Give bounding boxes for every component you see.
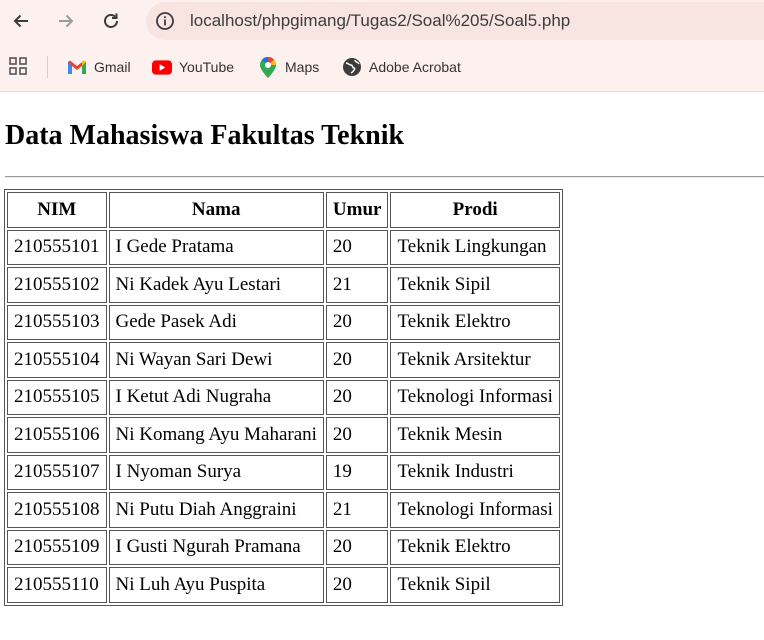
cell-nim: 210555104 xyxy=(7,342,107,378)
reload-button[interactable] xyxy=(96,6,126,36)
cell-prodi: Teknologi Informasi xyxy=(390,379,560,415)
cell-nama: Ni Komang Ayu Maharani xyxy=(108,417,324,453)
cell-nim: 210555101 xyxy=(7,229,107,265)
cell-umur: 19 xyxy=(325,454,389,490)
header-prodi: Prodi xyxy=(390,192,560,228)
chrome-divider xyxy=(0,91,764,92)
table-row: 210555107 I Nyoman Surya 19 Teknik Industri xyxy=(7,454,560,490)
cell-nama: Ni Luh Ayu Puspita xyxy=(108,567,324,603)
back-arrow-icon xyxy=(13,14,28,28)
cell-nim: 210555107 xyxy=(7,454,107,490)
bookmark-adobe-acrobat[interactable]: Adobe Acrobat xyxy=(342,56,461,78)
cell-umur: 20 xyxy=(325,529,389,565)
site-info-icon[interactable] xyxy=(155,11,175,31)
bookmark-youtube[interactable]: YouTube xyxy=(152,56,234,78)
apps-grid-icon[interactable] xyxy=(9,57,27,75)
student-table: NIM Nama Umur Prodi 210555101 I Gede Prat… xyxy=(4,189,563,606)
table-row: 210555108 Ni Putu Diah Anggraini 21 Teknolo… xyxy=(7,492,560,528)
cell-prodi: Teknik Lingkungan xyxy=(390,229,560,265)
table-row: 210555102 Ni Kadek Ayu Lestari 21 Teknik Si… xyxy=(7,267,560,303)
bookmark-label: Maps xyxy=(285,59,320,75)
table-row: 210555109 I Gusti Ngurah Pramana 20 Teknik … xyxy=(7,529,560,565)
cell-nim: 210555102 xyxy=(7,267,107,303)
bookmark-maps[interactable]: Maps xyxy=(258,56,319,78)
cell-umur: 20 xyxy=(325,342,389,378)
cell-prodi: Teknik Elektro xyxy=(390,304,560,340)
cell-nim: 210555103 xyxy=(7,304,107,340)
browser-chrome: localhost/phpgimang/Tugas2/Soal%205/Soal… xyxy=(0,0,764,92)
cell-umur: 20 xyxy=(325,229,389,265)
cell-nama: Ni Wayan Sari Dewi xyxy=(108,342,324,378)
globe-icon xyxy=(342,57,362,77)
cell-nama: Ni Kadek Ayu Lestari xyxy=(108,267,324,303)
cell-nim: 210555110 xyxy=(7,567,107,603)
cell-umur: 20 xyxy=(325,417,389,453)
cell-prodi: Teknik Arsitektur xyxy=(390,342,560,378)
cell-nim: 210555109 xyxy=(7,529,107,565)
youtube-icon xyxy=(152,57,172,77)
cell-nama: I Gusti Ngurah Pramana xyxy=(108,529,324,565)
header-nama: Nama xyxy=(108,192,324,228)
bookmark-label: Gmail xyxy=(94,59,131,75)
bookmark-label: YouTube xyxy=(179,59,235,75)
table-row: 210555101 I Gede Pratama 20 Teknik Lingkung… xyxy=(7,229,560,265)
cell-prodi: Teknik Elektro xyxy=(390,529,560,565)
cell-nama: I Ketut Adi Nugraha xyxy=(108,379,324,415)
table-row: 210555110 Ni Luh Ayu Puspita 20 Teknik Sipi… xyxy=(7,567,560,603)
reload-icon xyxy=(104,13,118,28)
cell-prodi: Teknik Industri xyxy=(390,454,560,490)
table-row: 210555104 Ni Wayan Sari Dewi 20 Teknik Arsi… xyxy=(7,342,560,378)
cell-prodi: Teknik Mesin xyxy=(390,417,560,453)
table-row: 210555105 I Ketut Adi Nugraha 20 Teknologi … xyxy=(7,379,560,415)
cell-umur: 21 xyxy=(325,492,389,528)
cell-nim: 210555105 xyxy=(7,379,107,415)
address-url: localhost/phpgimang/Tugas2/Soal%205/Soal… xyxy=(190,11,571,30)
cell-prodi: Teknologi Informasi xyxy=(390,492,560,528)
cell-nama: Ni Putu Diah Anggraini xyxy=(108,492,324,528)
forward-arrow-icon xyxy=(59,14,74,28)
table-row: 210555103 Gede Pasek Adi 20 Teknik Elektro xyxy=(7,304,560,340)
bookmarks-bar: Gmail YouTube Maps Adobe Acrobat xyxy=(0,42,764,92)
header-nim: NIM xyxy=(7,192,107,228)
table-header-row: NIM Nama Umur Prodi xyxy=(7,192,560,228)
cell-nama: Gede Pasek Adi xyxy=(108,304,324,340)
cell-umur: 20 xyxy=(325,567,389,603)
cell-nama: I Gede Pratama xyxy=(108,229,324,265)
cell-prodi: Teknik Sipil xyxy=(390,567,560,603)
forward-button[interactable] xyxy=(51,6,81,36)
bookmark-separator xyxy=(47,56,48,78)
page-title: Data Mahasiswa Fakultas Teknik xyxy=(5,120,405,151)
cell-prodi: Teknik Sipil xyxy=(390,267,560,303)
cell-nim: 210555108 xyxy=(7,492,107,528)
gmail-icon xyxy=(67,57,87,77)
header-umur: Umur xyxy=(325,192,389,228)
bookmark-label: Adobe Acrobat xyxy=(369,59,461,75)
cell-umur: 20 xyxy=(325,379,389,415)
cell-umur: 21 xyxy=(325,267,389,303)
cell-nama: I Nyoman Surya xyxy=(108,454,324,490)
maps-icon xyxy=(258,56,278,78)
bookmark-gmail[interactable]: Gmail xyxy=(67,56,131,78)
horizontal-rule xyxy=(5,176,764,178)
browser-toolbar: localhost/phpgimang/Tugas2/Soal%205/Soal… xyxy=(0,0,764,42)
address-bar[interactable]: localhost/phpgimang/Tugas2/Soal%205/Soal… xyxy=(146,2,764,40)
cell-nim: 210555106 xyxy=(7,417,107,453)
back-button[interactable] xyxy=(6,6,36,36)
table-row: 210555106 Ni Komang Ayu Maharani 20 Teknik … xyxy=(7,417,560,453)
cell-umur: 20 xyxy=(325,304,389,340)
